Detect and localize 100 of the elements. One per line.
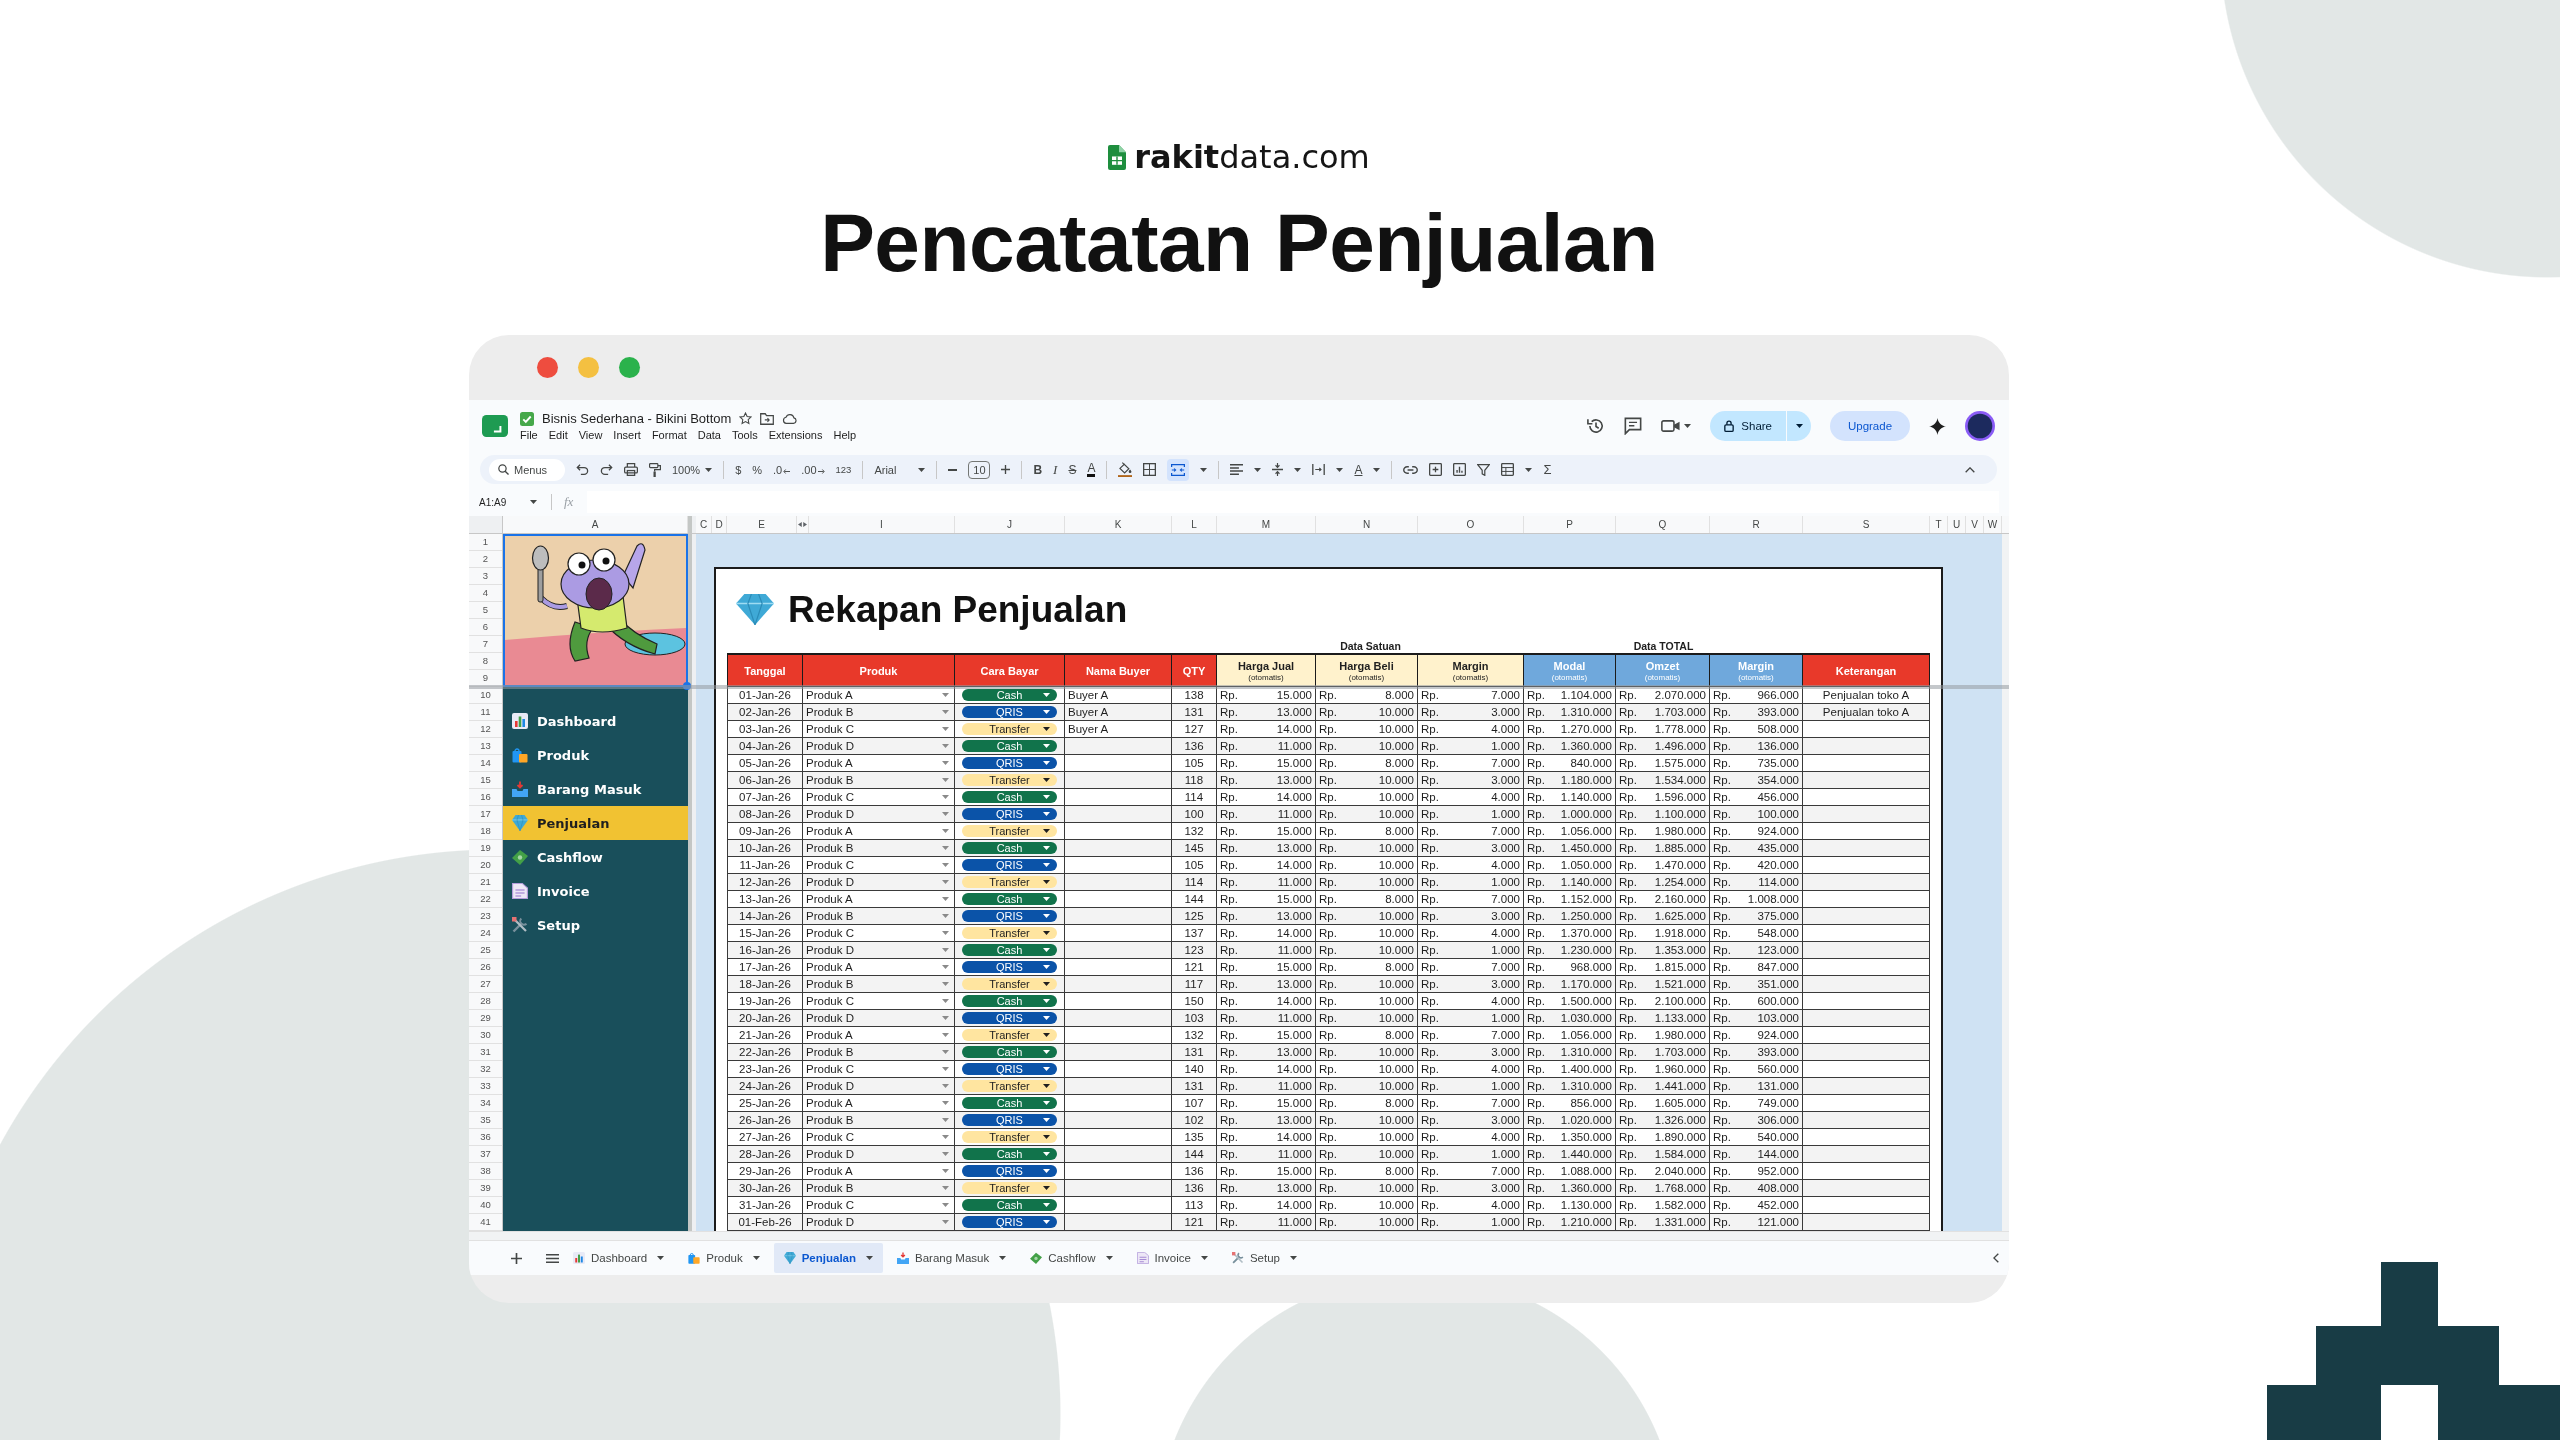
payment-dropdown[interactable]: QRIS [962,1012,1057,1024]
product-dropdown-cell[interactable]: Produk D [803,874,955,891]
star-icon[interactable] [739,412,753,425]
product-dropdown-cell[interactable]: Produk C [803,993,955,1010]
sidebar-item[interactable]: Setup [503,908,688,942]
product-dropdown-cell[interactable]: Produk C [803,721,955,738]
payment-dropdown[interactable]: Cash [962,1097,1057,1109]
bold-button[interactable]: B [1033,462,1043,477]
sidebar-item[interactable]: Dashboard [503,704,688,738]
product-dropdown-cell[interactable]: Produk A [803,823,955,840]
table-icon[interactable] [1501,463,1515,476]
menu-item[interactable]: Insert [613,429,641,441]
history-icon[interactable] [1587,417,1606,435]
payment-dropdown[interactable]: QRIS [962,1114,1057,1126]
payment-dropdown[interactable]: Cash [962,791,1057,803]
product-dropdown-cell[interactable]: Produk C [803,1061,955,1078]
paint-bucket-icon[interactable] [1118,462,1133,477]
menu-item[interactable]: Edit [548,429,568,441]
plus-icon[interactable] [1001,465,1011,474]
name-box[interactable]: A1:A9 [479,496,543,508]
caret-icon[interactable] [1684,424,1692,428]
strikethrough-button[interactable]: S [1068,462,1077,477]
functions-button[interactable]: Σ [1543,462,1552,477]
sheet-tab[interactable]: Cashflow [1020,1243,1123,1273]
horizontal-scrollbar[interactable] [469,1231,2009,1240]
caret-icon[interactable] [1525,467,1533,472]
payment-dropdown[interactable]: Cash [962,740,1057,752]
filter-icon[interactable] [1477,463,1491,476]
text-color-button[interactable]: A [1087,462,1096,477]
undo-icon[interactable] [576,464,589,475]
payment-dropdown[interactable]: Cash [962,842,1057,854]
product-dropdown-cell[interactable]: Produk A [803,1095,955,1112]
minus-icon[interactable] [948,468,958,471]
text-rotation-button[interactable]: A [1354,462,1363,477]
payment-dropdown[interactable]: Transfer [962,1131,1057,1143]
borders-icon[interactable] [1143,463,1157,476]
hidden-columns-icon[interactable] [798,522,807,527]
payment-dropdown[interactable]: QRIS [962,961,1057,973]
product-dropdown-cell[interactable]: Produk D [803,1146,955,1163]
font-size-field[interactable]: 10 [968,460,991,479]
menu-item[interactable]: Data [697,429,721,441]
payment-dropdown[interactable]: Transfer [962,825,1057,837]
selection-handle-icon[interactable] [683,682,691,690]
cloud-icon[interactable] [782,413,798,424]
sheet-tab[interactable]: Penjualan [773,1243,884,1273]
payment-dropdown[interactable]: QRIS [962,1216,1057,1228]
product-dropdown-cell[interactable]: Produk B [803,704,955,721]
chevron-left-icon[interactable] [1993,1253,1999,1263]
payment-dropdown[interactable]: QRIS [962,859,1057,871]
payment-dropdown[interactable]: QRIS [962,757,1057,769]
payment-dropdown[interactable]: Transfer [962,774,1057,786]
payment-dropdown[interactable]: Cash [962,944,1057,956]
payment-dropdown[interactable]: Transfer [962,1029,1057,1041]
decrease-decimal-button[interactable]: .0 [773,463,791,476]
merge-cells-button[interactable] [1167,458,1190,481]
sidebar-item[interactable]: Produk [503,738,688,772]
share-button[interactable]: Share [1710,411,1786,441]
percent-format-button[interactable]: % [752,463,763,476]
payment-dropdown[interactable]: QRIS [962,1165,1057,1177]
payment-dropdown[interactable]: Transfer [962,1080,1057,1092]
menu-item[interactable]: View [578,429,603,441]
product-dropdown-cell[interactable]: Produk A [803,891,955,908]
caret-icon[interactable] [1373,467,1381,472]
payment-dropdown[interactable]: QRIS [962,808,1057,820]
add-comment-icon[interactable] [1429,463,1443,476]
product-dropdown-cell[interactable]: Produk C [803,1197,955,1214]
product-dropdown-cell[interactable]: Produk B [803,1112,955,1129]
payment-dropdown[interactable]: Cash [962,1199,1057,1211]
sidebar-item[interactable]: Cashflow [503,840,688,874]
payment-dropdown[interactable]: QRIS [962,706,1057,718]
sidebar-item[interactable]: Penjualan [503,806,688,840]
product-dropdown-cell[interactable]: Produk C [803,857,955,874]
document-title[interactable]: Bisnis Sederhana - Bikini Bottom [542,411,732,426]
sidebar-item[interactable]: Invoice [503,874,688,908]
sparkle-icon[interactable] [1929,417,1946,435]
product-dropdown-cell[interactable]: Produk A [803,1163,955,1180]
spreadsheet-logo-icon[interactable] [482,415,508,437]
menu-item[interactable]: Help [833,429,857,441]
chart-icon[interactable] [1453,463,1467,476]
chevron-up-icon[interactable] [1965,466,1975,473]
avatar-icon[interactable] [1965,411,1995,441]
payment-dropdown[interactable]: Transfer [962,876,1057,888]
payment-dropdown[interactable]: Transfer [962,927,1057,939]
sheet-tab[interactable]: Invoice [1126,1243,1218,1273]
number-format-button[interactable]: 123 [835,464,852,475]
product-dropdown-cell[interactable]: Produk B [803,772,955,789]
payment-dropdown[interactable]: Cash [962,689,1057,701]
product-dropdown-cell[interactable]: Produk D [803,942,955,959]
payment-dropdown[interactable]: Cash [962,1148,1057,1160]
menu-item[interactable]: File [520,429,538,441]
product-dropdown-cell[interactable]: Produk C [803,925,955,942]
font-dropdown[interactable]: Arial [874,463,926,476]
paint-roller-icon[interactable] [649,462,661,477]
payment-dropdown[interactable]: QRIS [962,1063,1057,1075]
product-dropdown-cell[interactable]: Produk A [803,755,955,772]
upgrade-button[interactable]: Upgrade [1830,411,1910,441]
caret-icon[interactable] [1336,467,1344,472]
payment-dropdown[interactable]: Transfer [962,1182,1057,1194]
product-dropdown-cell[interactable]: Produk B [803,976,955,993]
sheet-tab[interactable]: Barang Masuk [887,1243,1017,1273]
